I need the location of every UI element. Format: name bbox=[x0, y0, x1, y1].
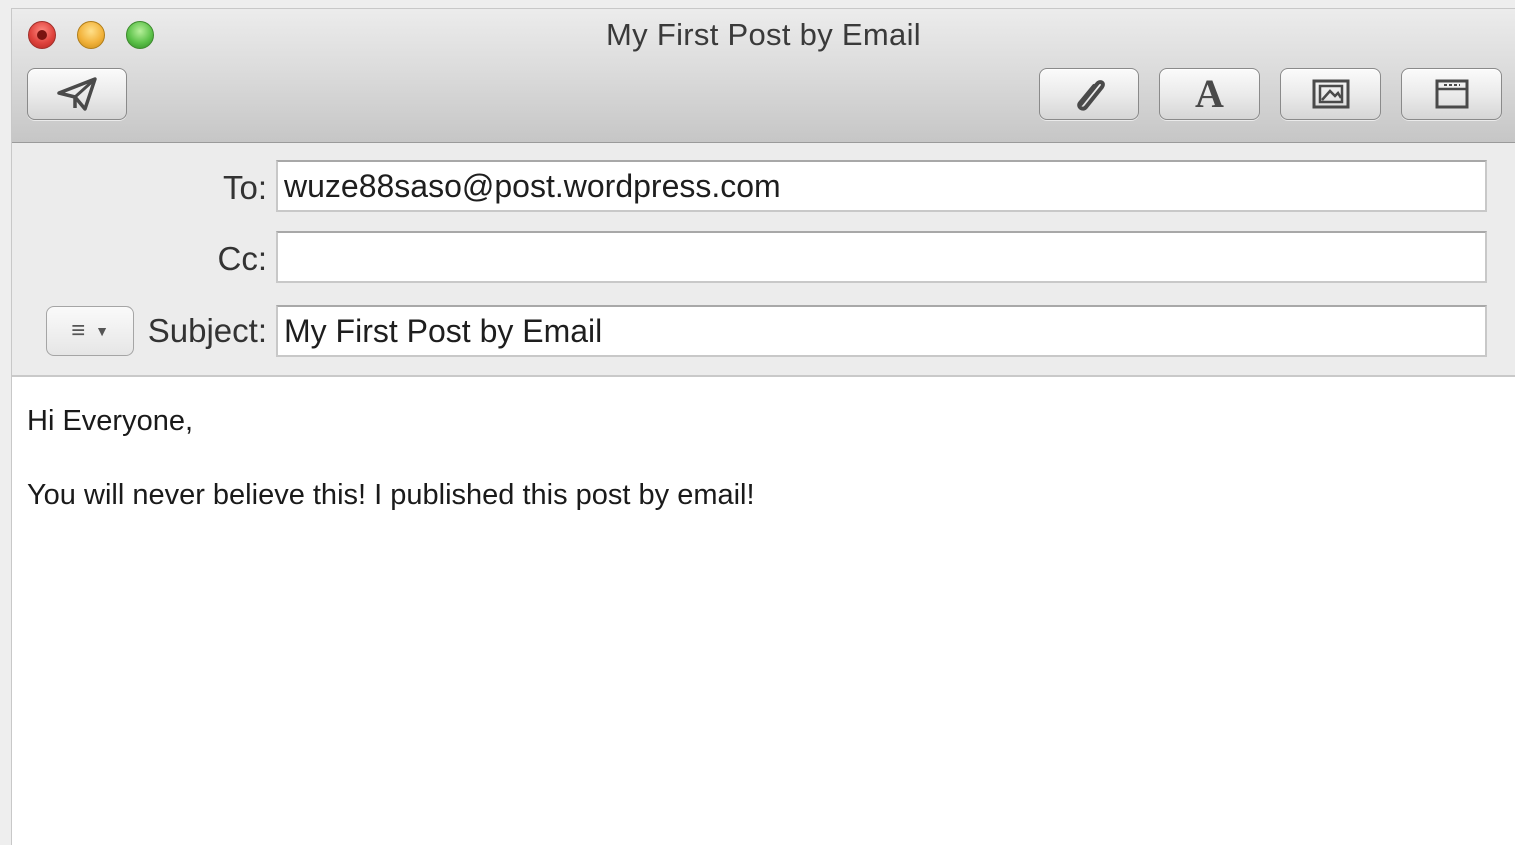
subject-label: Subject: bbox=[147, 312, 267, 349]
photo-browser-icon bbox=[1311, 78, 1351, 110]
chevron-down-icon: ▼ bbox=[95, 323, 109, 339]
send-button[interactable] bbox=[27, 68, 127, 120]
photo-browser-button[interactable] bbox=[1280, 68, 1381, 120]
cc-field[interactable] bbox=[276, 231, 1487, 283]
cc-label: Cc: bbox=[217, 240, 268, 277]
compose-window: My First Post by Email A To: wuze88saso@… bbox=[12, 9, 1515, 845]
message-greeting: Hi Everyone, bbox=[27, 405, 194, 437]
paperclip-icon bbox=[1069, 74, 1109, 114]
to-label: To: bbox=[222, 169, 267, 206]
list-menu-icon: ≡ bbox=[71, 317, 86, 344]
subject-field[interactable]: My First Post by Email bbox=[276, 305, 1487, 357]
show-fonts-button[interactable]: A bbox=[1159, 68, 1260, 120]
header-format-menu-button[interactable]: ≡ ▼ bbox=[46, 306, 134, 356]
paper-plane-icon bbox=[55, 75, 99, 113]
message-body[interactable]: Hi Everyone, You will never believe this… bbox=[12, 377, 1515, 845]
attach-button[interactable] bbox=[1039, 68, 1139, 120]
title-toolbar: My First Post by Email A bbox=[12, 9, 1515, 143]
font-glyph: A bbox=[1195, 71, 1224, 116]
window-title: My First Post by Email bbox=[606, 17, 921, 52]
header-fields: To: wuze88saso@post.wordpress.com Cc: ≡ … bbox=[12, 143, 1515, 377]
stationery-button[interactable] bbox=[1401, 68, 1502, 120]
to-field[interactable]: wuze88saso@post.wordpress.com bbox=[276, 160, 1487, 212]
stationery-icon bbox=[1434, 78, 1470, 110]
message-line: You will never believe this! I published… bbox=[27, 479, 755, 511]
